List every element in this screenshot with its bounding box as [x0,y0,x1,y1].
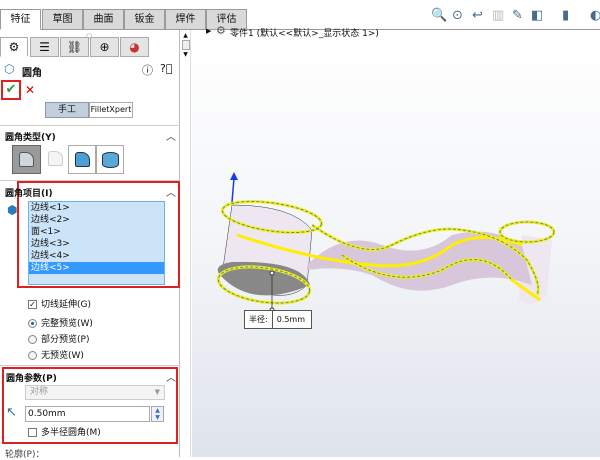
hide-show-items-icon[interactable]: ◐ [590,8,600,23]
fillet-params-heading: 圆角参数(P) [6,374,57,384]
checkbox-checked-icon: ✓ [28,300,37,309]
radio-label: 无预览(W) [41,351,84,361]
chevron-down-icon: ▼ [154,388,160,396]
radio-selected-icon [28,319,37,328]
radio-label: 完整预览(W) [41,319,93,329]
feature-manager-tab-icon[interactable]: ⚙ [0,37,28,57]
fillet-feature-icon: ⬡ [4,62,15,76]
collapse-caret-icon[interactable]: ︿ [166,184,176,199]
no-preview-radio[interactable]: 无预览(W) [28,348,84,361]
zoom-to-fit-icon[interactable]: 🔍 [431,8,447,23]
face-fillet-button[interactable] [68,145,96,174]
radius-spinner[interactable]: ▲ ▼ [151,406,164,422]
radio-label: 部分预览(P) [41,335,90,345]
cancel-button[interactable]: ✕ [25,83,35,97]
graphics-viewport[interactable]: 半径: 0.5mm ▶ ⚙ 零件1 (默认<<默认>_显示状态 1>) [192,24,600,457]
display-style-icon[interactable]: ▮ [562,8,569,23]
multi-radius-label: 多半径圆角(M) [41,428,101,438]
manual-mode-button[interactable]: 手工 [45,102,89,118]
radius-callout[interactable]: 半径: 0.5mm [244,310,312,329]
profile-label: 轮廓(P)： [5,450,45,460]
radio-icon [28,335,37,344]
collapse-caret-icon[interactable]: ︿ [166,128,176,143]
tree-root[interactable]: 零件1 (默认<<默认>_显示状态 1>) [230,26,379,39]
constant-size-fillet-button[interactable] [12,145,41,174]
checkbox-icon [28,428,37,437]
panel-title: 圆角 [22,68,42,79]
help-icon[interactable]: ?⃝ [160,62,172,75]
view-orientation-icon[interactable]: ◧ [531,8,543,23]
scroll-thumb[interactable] [181,40,190,50]
profile-type-select[interactable]: 对称 ▼ [25,385,165,400]
edge-selection-icon: ⬢ [7,203,18,217]
property-manager-tab-icon[interactable]: ☰ [30,37,59,57]
full-preview-radio[interactable]: 完整预览(W) [28,316,93,329]
fillet-model [216,172,556,313]
fillet-items-heading: 圆角项目(I) [5,189,53,199]
fillet-items-list[interactable]: 边线<1> 边线<2> 面<1> 边线<3> 边线<4> 边线<5> [28,201,165,285]
section-view-icon[interactable]: ▥ [492,8,504,23]
partial-preview-radio[interactable]: 部分预览(P) [28,332,89,345]
part-name: 零件1 [230,29,254,39]
list-item[interactable]: 边线<3> [29,238,164,250]
tangent-propagation-label: 切线延伸(G) [41,300,91,310]
tangent-propagation-checkbox[interactable]: ✓ 切线延伸(G) [28,297,91,310]
tab-surfaces[interactable]: 曲面 [83,9,124,30]
part-icon: ⚙ [216,24,226,37]
tab-features[interactable]: 特征 [0,9,41,30]
list-item[interactable]: 边线<2> [29,214,164,226]
previous-view-icon[interactable]: ↩ [472,8,483,23]
fillet-type-heading: 圆角类型(Y) [5,133,56,143]
divider [0,365,180,366]
display-manager-tab-icon[interactable]: ◕ [120,37,149,57]
panel-scrollbar[interactable]: ▲ ▼ [181,30,191,457]
tab-sheet-metal[interactable]: 钣金 [124,9,165,30]
dynamic-annotation-icon[interactable]: ✎ [512,8,523,23]
callout-value: 0.5mm [276,315,306,324]
ok-button[interactable]: ✔ [1,80,21,100]
config-name: (默认<<默认>_显示状态 1>) [256,29,379,39]
select-value: 对称 [30,387,49,397]
list-item[interactable]: 边线<1> [29,202,164,214]
list-item-selected[interactable]: 边线<5> [29,262,164,274]
multi-radius-checkbox[interactable]: 多半径圆角(M) [28,427,101,439]
variable-size-fillet-button[interactable] [42,145,71,174]
full-round-fillet-button[interactable] [96,145,124,174]
expand-tree-icon[interactable]: ▶ [206,27,211,35]
list-item[interactable]: 面<1> [29,226,164,238]
configuration-manager-tab-icon[interactable]: ⛓ [60,37,89,57]
tab-weldments[interactable]: 焊件 [165,9,206,30]
callout-label: 半径: [245,311,273,328]
dimxpert-tab-icon[interactable]: ⊕ [90,37,119,57]
filletxpert-mode-button[interactable]: FilletXpert [89,102,133,118]
tab-sketch[interactable]: 草图 [42,9,83,30]
whats-new-help-icon[interactable]: ⓘ [142,62,153,78]
list-item[interactable]: 边线<4> [29,250,164,262]
radio-icon [28,351,37,360]
divider [0,125,180,126]
radius-icon: ↖ [6,405,17,420]
collapse-caret-icon[interactable]: ︿ [166,369,176,384]
radius-input[interactable]: 0.50mm [25,406,150,422]
zoom-to-area-icon[interactable]: ⊙ [452,8,463,23]
